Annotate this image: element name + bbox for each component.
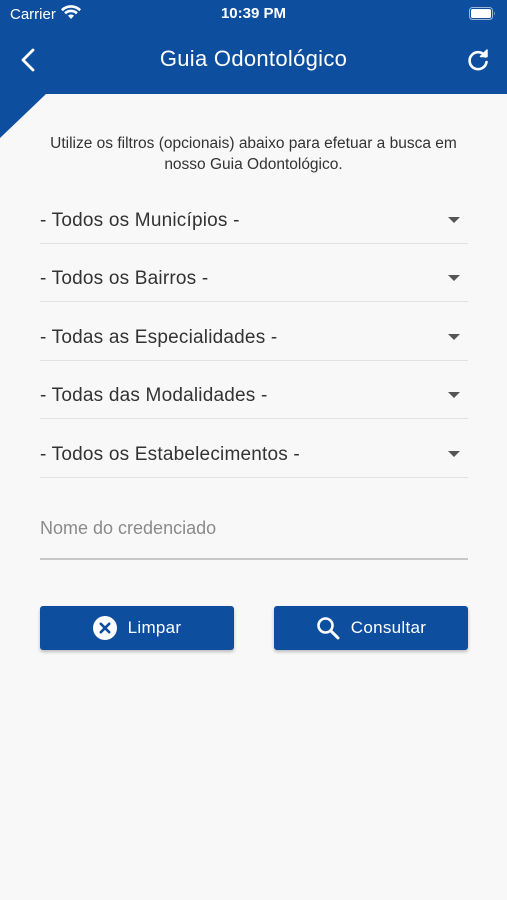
select-value: - Todos os Estabelecimentos -: [40, 444, 300, 465]
search-button[interactable]: Consultar: [274, 606, 468, 650]
dropdown-arrow-icon: [448, 334, 460, 340]
refresh-button[interactable]: [465, 48, 491, 74]
header-corner-decoration: [0, 94, 46, 138]
dropdown-arrow-icon: [448, 217, 460, 223]
search-icon: [316, 616, 340, 640]
dropdown-arrow-icon: [448, 392, 460, 398]
search-button-label: Consultar: [350, 618, 427, 637]
status-bar: Carrier 10:39 PM: [0, 0, 507, 30]
modalidade-select[interactable]: - Todas das Modalidades -: [40, 373, 468, 419]
page-title: Guia Odontológico: [159, 46, 348, 71]
clear-button[interactable]: Limpar: [40, 606, 234, 650]
refresh-icon: [465, 49, 491, 78]
intro-text: Utilize os filtros (opcionais) abaixo pa…: [50, 135, 457, 173]
dropdown-arrow-icon: [448, 275, 460, 281]
select-value: - Todas as Especialidades -: [40, 327, 278, 348]
dropdown-arrow-icon: [448, 451, 460, 457]
navigation-bar: Guia Odontológico: [0, 38, 507, 82]
clock: 10:39 PM: [220, 5, 287, 22]
battery-icon: [469, 7, 496, 24]
municipio-select[interactable]: - Todos os Municípios -: [40, 198, 468, 244]
estabelecimento-select[interactable]: - Todos os Estabelecimentos -: [40, 432, 468, 478]
credenciado-name-field: [40, 502, 468, 560]
select-value: - Todas das Modalidades -: [40, 385, 268, 406]
select-value: - Todos os Municípios -: [40, 210, 240, 231]
bairro-select[interactable]: - Todos os Bairros -: [40, 256, 468, 302]
especialidade-select[interactable]: - Todas as Especialidades -: [40, 315, 468, 361]
close-circle-icon: [92, 616, 117, 640]
select-value: - Todos os Bairros -: [40, 268, 209, 289]
clear-button-label: Limpar: [127, 618, 182, 637]
credenciado-name-input[interactable]: [40, 510, 468, 546]
